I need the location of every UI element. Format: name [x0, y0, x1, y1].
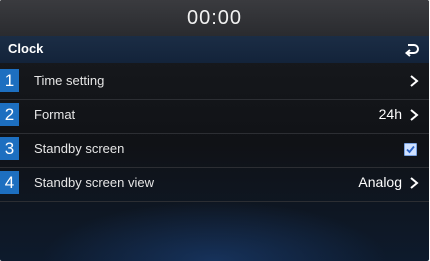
checkbox-checked-icon[interactable]: [404, 143, 417, 156]
item-label: Standby screen: [34, 141, 125, 156]
list-item-standby-screen-view[interactable]: 4 Standby screen view Analog: [0, 168, 429, 202]
item-label: Format: [34, 107, 76, 122]
item-label: Standby screen view: [34, 175, 154, 190]
settings-list: 1 Time setting 2 Format 24h 3 Standby sc…: [0, 66, 429, 202]
chevron-right-icon: [409, 108, 419, 122]
back-return-icon: [404, 44, 419, 57]
item-value: 24h: [378, 106, 402, 122]
back-button[interactable]: [399, 40, 423, 60]
status-time: 00:00: [186, 6, 243, 29]
item-label: Time setting: [34, 73, 105, 88]
item-number-badge: 2: [0, 103, 19, 126]
page-title: Clock: [8, 41, 44, 56]
list-item-format[interactable]: 2 Format 24h: [0, 100, 429, 134]
item-number-badge: 4: [0, 171, 19, 194]
title-bar: Clock: [0, 36, 429, 63]
status-bar: 00:00: [0, 0, 429, 36]
list-item-time-setting[interactable]: 1 Time setting: [0, 66, 429, 100]
item-number-badge: 3: [0, 137, 19, 160]
chevron-right-icon: [409, 74, 419, 88]
clock-settings-screen: 00:00 Clock 1 Time setting 2 Format 24h: [0, 0, 429, 261]
item-number-badge: 1: [0, 69, 19, 92]
item-value: Analog: [358, 174, 402, 190]
list-item-standby-screen[interactable]: 3 Standby screen: [0, 134, 429, 168]
chevron-right-icon: [409, 176, 419, 190]
